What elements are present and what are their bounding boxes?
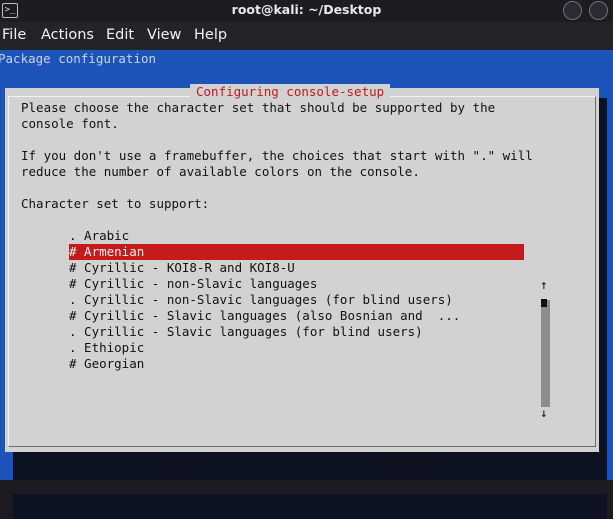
description-line: reduce the number of available colors on… [21,164,420,179]
option-cyrillic-slavic-blind[interactable]: . Cyrillic - Slavic languages (for blind… [69,324,524,340]
description-line: console font. [21,116,119,131]
option-cyrillic-non-slavic-blind[interactable]: . Cyrillic - non-Slavic languages (for b… [69,292,524,308]
description-line: Please choose the character set that sho… [21,100,496,115]
menu-file[interactable]: File [2,27,26,43]
dialog-title: Configuring console-setup [190,84,391,100]
option-cyrillic-slavic[interactable]: # Cyrillic - Slavic languages (also Bosn… [69,308,524,324]
scroll-up-icon[interactable]: ↑ [540,277,548,293]
option-cyrillic-non-slavic[interactable]: # Cyrillic - non-Slavic languages [69,276,524,292]
terminal-area[interactable]: Package configuration Configuring consol… [0,50,613,519]
minimize-button[interactable] [563,1,582,20]
prompt-label: Character set to support: [21,196,210,211]
window-titlebar: >_ root@kali: ~/Desktop [0,0,613,22]
ok-button[interactable]: <Ok> [165,454,195,470]
menu-view[interactable]: View [147,27,181,43]
scrollbar-track[interactable] [541,300,550,407]
scroll-down-icon[interactable]: ↓ [540,405,548,421]
dialog: Configuring console-setup Please choose … [5,84,599,469]
menu-help[interactable]: Help [194,27,227,43]
option-ethiopic[interactable]: . Ethiopic [69,340,524,356]
menu-actions[interactable]: Actions [41,27,94,43]
window-title: root@kali: ~/Desktop [231,2,382,17]
option-cyrillic-koi8[interactable]: # Cyrillic - KOI8-R and KOI8-U [69,260,524,276]
backtitle: Package configuration [0,51,157,66]
description-line: If you don't use a framebuffer, the choi… [21,148,533,163]
maximize-button[interactable] [589,1,608,20]
option-armenian-selected[interactable]: # Armenian [69,244,524,260]
scrollbar-thumb[interactable] [541,299,547,307]
option-arabic[interactable]: . Arabic [69,228,524,244]
menu-bar: File Actions Edit View Help [0,22,613,50]
option-georgian[interactable]: # Georgian [69,356,524,372]
cancel-button[interactable]: <Cancel> [381,454,441,470]
menu-edit[interactable]: Edit [106,27,134,43]
terminal-bottom-strip [0,480,613,494]
